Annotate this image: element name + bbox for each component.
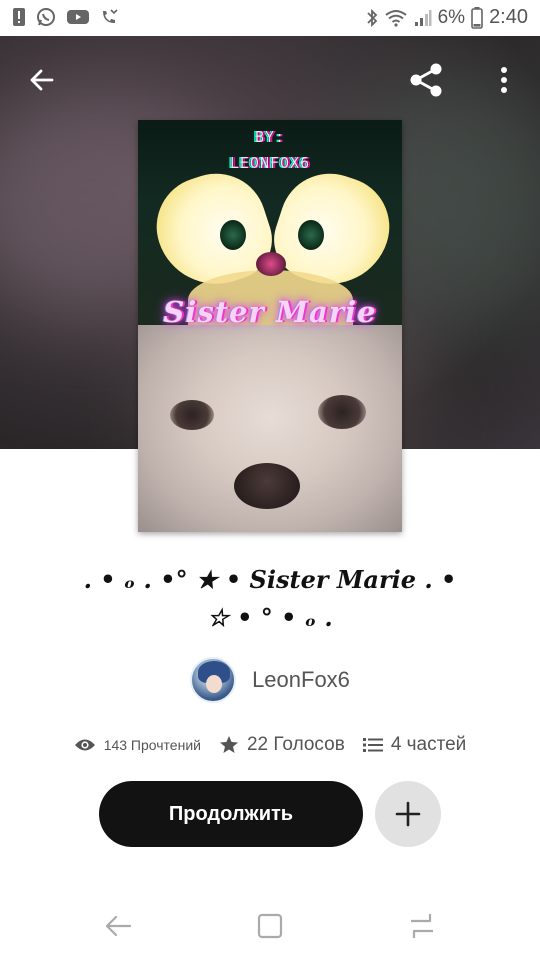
system-status: 6% 2:40 bbox=[366, 6, 528, 29]
missed-call-icon bbox=[103, 9, 118, 23]
story-title: . • ₒ . •° ★ • Sister Marie . • bbox=[83, 565, 457, 594]
youtube-icon bbox=[67, 10, 89, 24]
nav-back-icon bbox=[105, 915, 132, 937]
battery-percent: 6% bbox=[437, 6, 466, 28]
back-button[interactable] bbox=[18, 56, 66, 104]
parts-count[interactable]: 4 частей bbox=[391, 734, 466, 756]
bluetooth-icon bbox=[366, 8, 377, 27]
author-name[interactable]: LeonFox6 bbox=[252, 667, 350, 693]
whatsapp-icon bbox=[37, 8, 55, 26]
story-stats: 143 Прочтений 22 Голосов 4 частей bbox=[0, 730, 540, 760]
parts-stat[interactable]: 4 частей bbox=[362, 734, 466, 756]
status-bar: 6% 2:40 bbox=[0, 0, 540, 36]
alert-icon bbox=[13, 8, 25, 26]
votes-count: 22 Голосов bbox=[246, 734, 345, 755]
continue-label: Продолжить bbox=[168, 802, 294, 825]
nav-back-button[interactable] bbox=[100, 908, 136, 944]
nav-recents-button[interactable] bbox=[404, 908, 440, 944]
votes-stat: 22 Голосов bbox=[219, 734, 345, 756]
nav-recents-icon bbox=[411, 914, 433, 938]
back-arrow-icon bbox=[30, 69, 54, 91]
nav-home-icon bbox=[257, 913, 283, 939]
cover-by-label: BY: bbox=[254, 128, 286, 146]
eye-icon bbox=[74, 739, 95, 751]
battery-icon bbox=[471, 6, 483, 29]
screen: 6% 2:40 BY: LEONFOX6 Sister Marie . • ₒ … bbox=[0, 0, 540, 960]
signal-icon bbox=[414, 9, 432, 26]
star-icon bbox=[219, 736, 238, 753]
list-icon bbox=[362, 738, 383, 752]
reads-stat: 143 Прочтений bbox=[74, 737, 201, 753]
author-link[interactable]: LeonFox6 bbox=[0, 656, 540, 704]
author-avatar[interactable] bbox=[190, 657, 237, 703]
continue-reading-button[interactable]: Продолжить bbox=[99, 781, 363, 847]
share-button[interactable] bbox=[402, 56, 450, 104]
system-nav-bar bbox=[0, 890, 540, 960]
nav-home-button[interactable] bbox=[252, 908, 288, 944]
clock: 2:40 bbox=[489, 6, 528, 28]
more-options-button[interactable] bbox=[480, 56, 528, 104]
reads-count: 143 Прочтений bbox=[103, 737, 201, 753]
story-cover-image[interactable]: BY: LEONFOX6 Sister Marie bbox=[138, 120, 402, 532]
story-title-line2: ☆ • ° • ₒ . bbox=[207, 603, 333, 632]
cover-author-label: LEONFOX6 bbox=[229, 154, 311, 172]
add-to-library-button[interactable] bbox=[375, 781, 441, 847]
plus-icon bbox=[395, 801, 421, 827]
cover-title-label: Sister Marie bbox=[163, 295, 377, 329]
notification-icons bbox=[12, 7, 118, 27]
share-icon bbox=[410, 63, 442, 97]
wifi-icon bbox=[384, 9, 407, 27]
more-vert-icon bbox=[501, 67, 507, 93]
